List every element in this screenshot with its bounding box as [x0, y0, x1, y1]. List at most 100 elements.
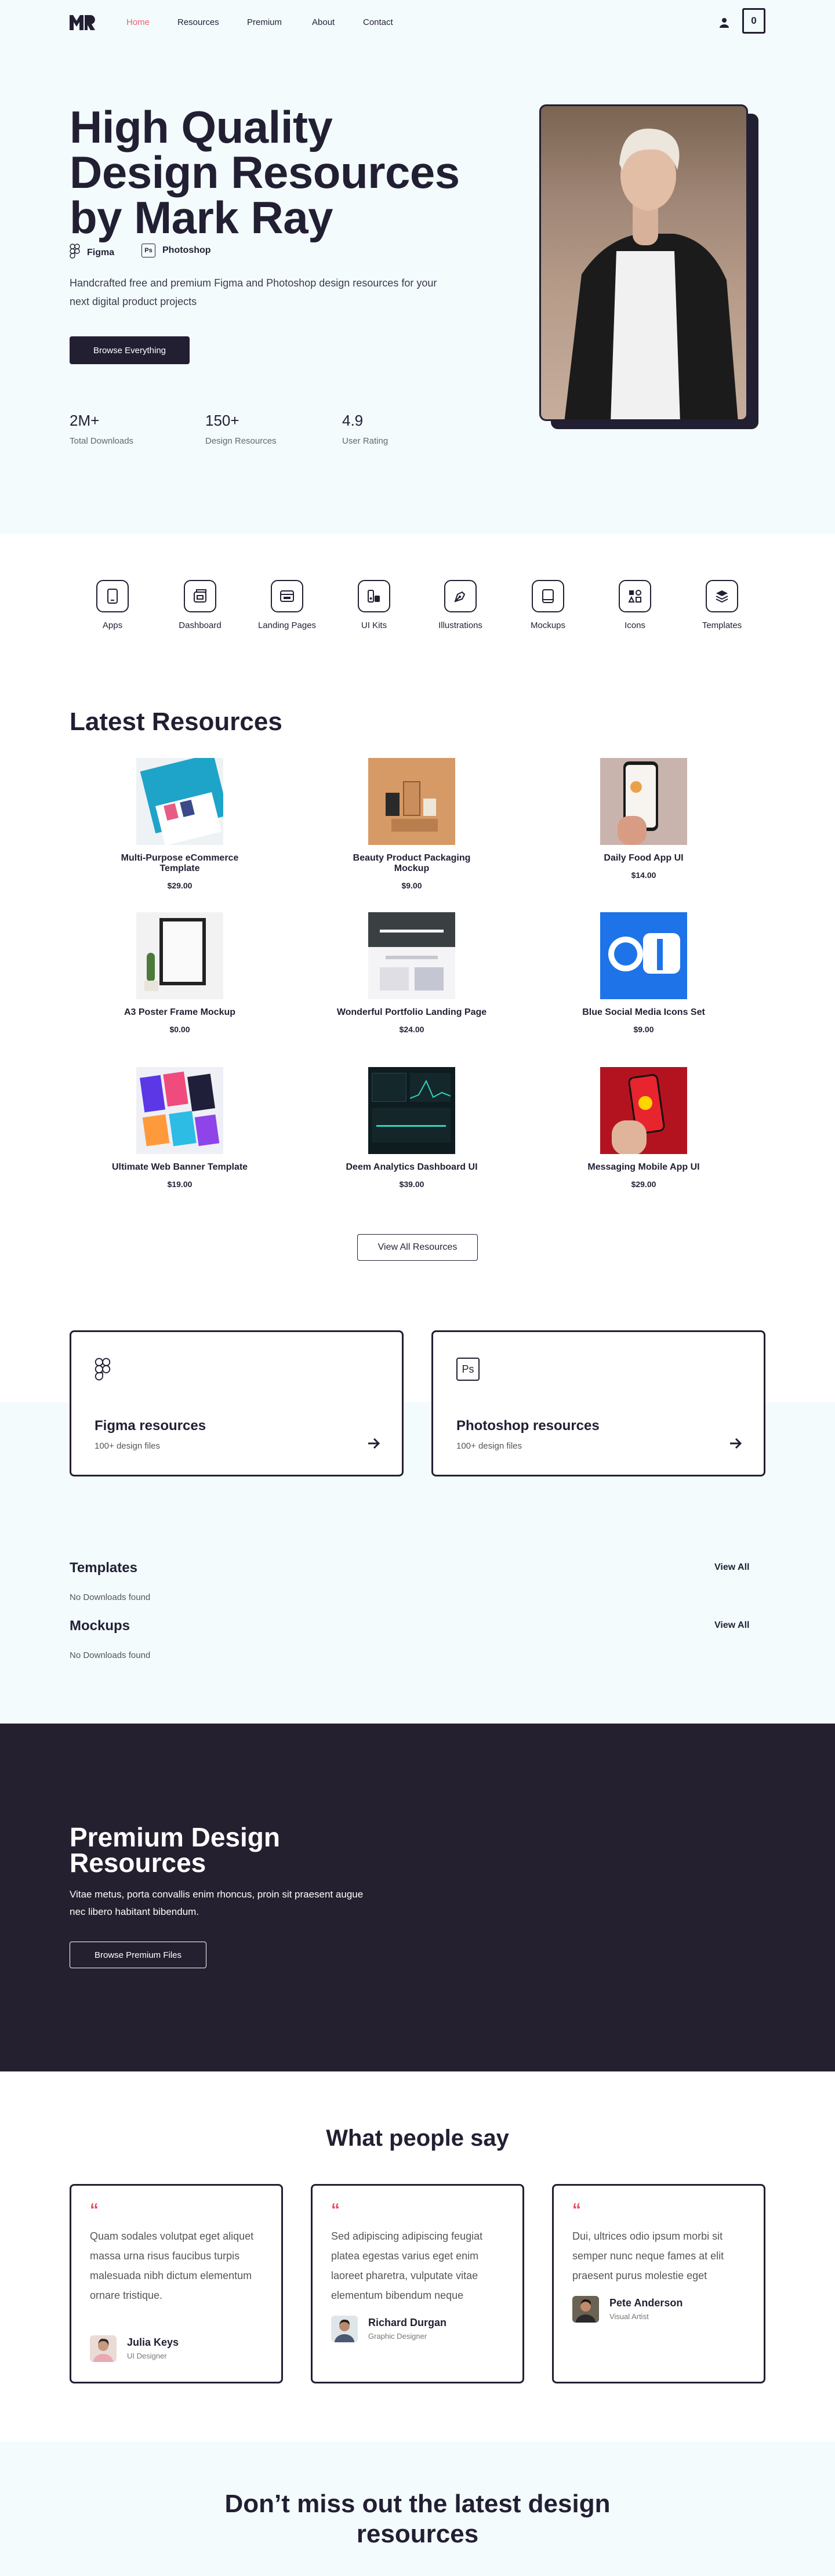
resource-title: Wonderful Portfolio Landing Page	[336, 1007, 487, 1017]
browse-premium-button[interactable]: Browse Premium Files	[70, 1942, 206, 1968]
stat-value: 150+	[205, 412, 239, 429]
testimonial-name: Julia Keys	[127, 2336, 179, 2348]
resource-price: $9.00	[401, 881, 422, 890]
testimonial-name: Pete Anderson	[609, 2297, 683, 2309]
stat-value: 2M+	[70, 412, 100, 429]
tablet-icon	[532, 580, 564, 612]
card-title: Photoshop resources	[456, 1418, 600, 1434]
category-templates[interactable]: Templates	[690, 580, 754, 630]
hero-title-line-2: Design Resources	[70, 147, 460, 198]
resource-card[interactable]: Multi-Purpose eCommerce Template $29.00	[104, 758, 255, 890]
resource-card[interactable]: Ultimate Web Banner Template $19.00	[104, 1067, 255, 1189]
testimonial-role: UI Designer	[127, 2352, 167, 2360]
nav-link-contact[interactable]: Contact	[363, 17, 393, 27]
category-dashboard[interactable]: Dashboard	[168, 580, 232, 630]
resource-thumbnail	[600, 912, 687, 999]
arrow-right-icon[interactable]	[728, 1435, 744, 1452]
resource-card[interactable]: Beauty Product Packaging Mockup $9.00	[336, 758, 487, 890]
resource-card[interactable]: Messaging Mobile App UI $29.00	[568, 1067, 719, 1189]
resource-thumbnail	[368, 912, 455, 999]
resource-title: Beauty Product Packaging Mockup	[353, 853, 471, 873]
avatar	[572, 2296, 599, 2323]
stat-value: 4.9	[342, 412, 364, 429]
hero-title-line-3: by Mark Ray	[70, 192, 333, 243]
resource-card[interactable]: Wonderful Portfolio Landing Page $24.00	[336, 912, 487, 1034]
user-icon[interactable]	[719, 17, 729, 28]
pen-tool-icon	[444, 580, 477, 612]
stat-label: User Rating	[342, 436, 389, 446]
phone-icon	[96, 580, 129, 612]
figma-resources-card[interactable]: Figma resources 100+ design files	[70, 1330, 404, 1476]
view-all-resources-button[interactable]: View All Resources	[357, 1234, 478, 1261]
resource-price: $19.00	[167, 1180, 193, 1189]
category-ui-kits[interactable]: UI Kits	[342, 580, 406, 630]
resource-price: $29.00	[631, 1180, 656, 1189]
category-label: Illustrations	[438, 621, 482, 630]
photoshop-icon: Ps	[456, 1358, 480, 1381]
category-icons[interactable]: Icons	[603, 580, 667, 630]
latest-resources-title: Latest Resources	[70, 708, 282, 736]
avatar	[90, 2335, 117, 2362]
resource-card[interactable]: Deem Analytics Dashboard UI $39.00	[336, 1067, 487, 1189]
cart-count: 0	[751, 15, 757, 26]
dashboard-icon	[184, 580, 216, 612]
site-logo[interactable]	[70, 15, 95, 30]
tool-photoshop-label: Photoshop	[162, 245, 211, 255]
nav-link-about[interactable]: About	[312, 17, 335, 27]
nav-link-resources[interactable]: Resources	[177, 17, 219, 27]
card-title: Figma resources	[95, 1418, 206, 1434]
testimonial-card: “ Sed adipiscing adipiscing feugiat plat…	[311, 2184, 524, 2383]
nav-link-premium[interactable]: Premium	[247, 17, 282, 27]
category-apps[interactable]: Apps	[81, 580, 144, 630]
browse-everything-button[interactable]: Browse Everything	[70, 336, 190, 364]
resource-card[interactable]: A3 Poster Frame Mockup $0.00	[104, 912, 255, 1034]
mockups-view-all-link[interactable]: View All	[714, 1620, 749, 1631]
resource-title: Blue Social Media Icons Set	[582, 1007, 705, 1017]
ui-kit-icon	[358, 580, 390, 612]
testimonials-title: What people say	[326, 2125, 509, 2151]
browser-icon	[271, 580, 303, 612]
hero-photo	[539, 104, 748, 421]
photoshop-resources-card[interactable]: Ps Photoshop resources 100+ design files	[431, 1330, 765, 1476]
category-label: Templates	[702, 621, 742, 630]
resource-thumbnail	[600, 758, 687, 845]
resource-title: Ultimate Web Banner Template	[111, 1162, 248, 1172]
category-illustrations[interactable]: Illustrations	[429, 580, 492, 630]
nav-link-home[interactable]: Home	[126, 17, 150, 27]
templates-view-all-link[interactable]: View All	[714, 1562, 749, 1573]
resource-title: Daily Food App UI	[604, 853, 684, 863]
category-label: UI Kits	[361, 621, 387, 630]
top-navigation: Home Resources Premium About Contact 0	[0, 0, 835, 46]
mockups-empty-text: No Downloads found	[70, 1650, 151, 1660]
testimonial-card: “ Dui, ultrices odio ipsum morbi sit sem…	[552, 2184, 765, 2383]
cart-button[interactable]: 0	[742, 8, 765, 34]
resource-title: Multi-Purpose eCommerce Template	[121, 853, 239, 873]
hero-title-line-1: High Quality	[70, 101, 333, 153]
testimonial-text: Quam sodales volutpat eget aliquet massa…	[90, 2230, 254, 2301]
resource-price: $0.00	[169, 1025, 190, 1034]
tool-figma: Figma	[70, 244, 114, 262]
testimonial-role: Graphic Designer	[368, 2332, 427, 2341]
quote-icon: “	[572, 2200, 581, 2219]
templates-section-title: Templates	[70, 1560, 137, 1576]
resource-price: $9.00	[633, 1025, 654, 1034]
newsletter-title: Don’t miss out the latest design resource…	[224, 2490, 611, 2548]
hero-description: Handcrafted free and premium Figma and P…	[70, 277, 437, 307]
arrow-right-icon[interactable]	[366, 1435, 382, 1452]
category-label: Apps	[102, 621, 123, 630]
hero-title: High Quality Design Resources by Mark Ra…	[70, 104, 510, 240]
shapes-icon	[619, 580, 651, 612]
card-subtitle: 100+ design files	[95, 1441, 160, 1451]
testimonial-role: Visual Artist	[609, 2312, 649, 2321]
resource-card[interactable]: Daily Food App UI $14.00	[568, 758, 719, 880]
category-landing-pages[interactable]: Landing Pages	[255, 580, 319, 630]
category-mockups[interactable]: Mockups	[516, 580, 580, 630]
figma-icon	[70, 244, 80, 262]
quote-icon: “	[331, 2200, 340, 2219]
resource-card[interactable]: Blue Social Media Icons Set $9.00	[568, 912, 719, 1034]
category-label: Icons	[625, 621, 645, 630]
resource-title: Messaging Mobile App UI	[587, 1162, 700, 1172]
tool-figma-label: Figma	[87, 247, 115, 257]
mockups-section-title: Mockups	[70, 1618, 130, 1634]
category-label: Mockups	[530, 621, 566, 630]
